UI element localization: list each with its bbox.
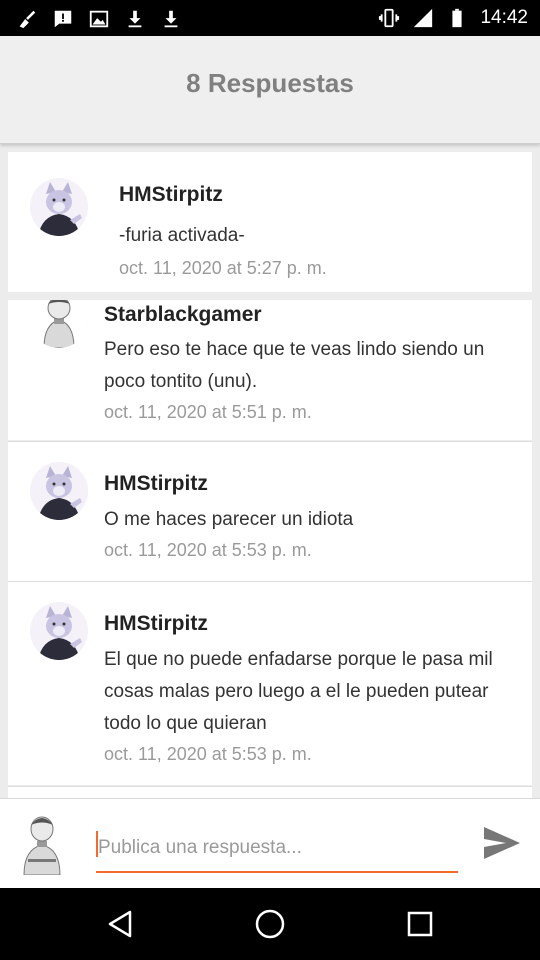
comment-author[interactable]: Starblackgamer <box>104 303 262 327</box>
system-nav-bar <box>0 888 540 960</box>
page-header: 8 Respuestas <box>0 36 540 144</box>
comment-date: oct. 11, 2020 at 5:53 p. m. <box>104 540 312 560</box>
status-bar: 14:42 <box>0 0 540 36</box>
comment-author[interactable]: HMStirpitz <box>104 472 208 496</box>
download-icon <box>164 10 178 28</box>
comment-text: El que no puede enfadarse porque le pasa… <box>104 649 493 734</box>
image-icon <box>89 10 109 28</box>
comment-card[interactable]: HMStirpitz El que no puede enfadarse por… <box>8 582 532 785</box>
download-icon <box>128 10 142 28</box>
comment-text: O me haces parecer un idiota <box>104 509 354 530</box>
back-icon[interactable] <box>102 906 138 942</box>
comment-author[interactable]: HMStirpitz <box>104 612 208 636</box>
home-icon[interactable] <box>252 906 288 942</box>
message-icon <box>54 10 72 28</box>
comment-date: oct. 11, 2020 at 5:51 p. m. <box>104 402 312 422</box>
comment-card[interactable]: Starblackgamer Pero eso te hace que te v… <box>8 300 532 440</box>
signal-icon <box>414 8 433 28</box>
vibrate-icon <box>379 8 400 28</box>
reply-input[interactable] <box>96 825 458 873</box>
wolf-avatar[interactable] <box>30 462 88 520</box>
comment-card[interactable]: HMStirpitz -furia activada- oct. 11, 202… <box>8 152 532 292</box>
page-title: 8 Respuestas <box>186 68 354 98</box>
recents-icon[interactable] <box>402 906 438 942</box>
send-icon[interactable] <box>480 821 524 865</box>
reply-bar <box>0 798 540 888</box>
broom-icon <box>19 10 36 29</box>
comment-date: oct. 11, 2020 at 5:27 p. m. <box>119 258 327 278</box>
clock-time: 14:42 <box>480 7 528 28</box>
battery-icon <box>452 8 463 28</box>
comment-date: oct. 11, 2020 at 5:53 p. m. <box>104 744 312 764</box>
character-avatar[interactable] <box>30 300 88 348</box>
comment-text: -furia activada- <box>119 225 245 246</box>
wolf-avatar[interactable] <box>30 602 88 660</box>
comment-author[interactable]: HMStirpitz <box>119 183 223 207</box>
comment-text: Pero eso te hace que te veas lindo siend… <box>104 339 485 392</box>
user-avatar[interactable] <box>14 811 70 876</box>
comment-card-peek <box>8 787 532 798</box>
text-caret <box>96 831 98 857</box>
comments-list[interactable]: HMStirpitz -furia activada- oct. 11, 202… <box>0 146 540 798</box>
comment-card[interactable]: HMStirpitz O me haces parecer un idiota … <box>8 442 532 581</box>
wolf-avatar[interactable] <box>30 178 88 236</box>
